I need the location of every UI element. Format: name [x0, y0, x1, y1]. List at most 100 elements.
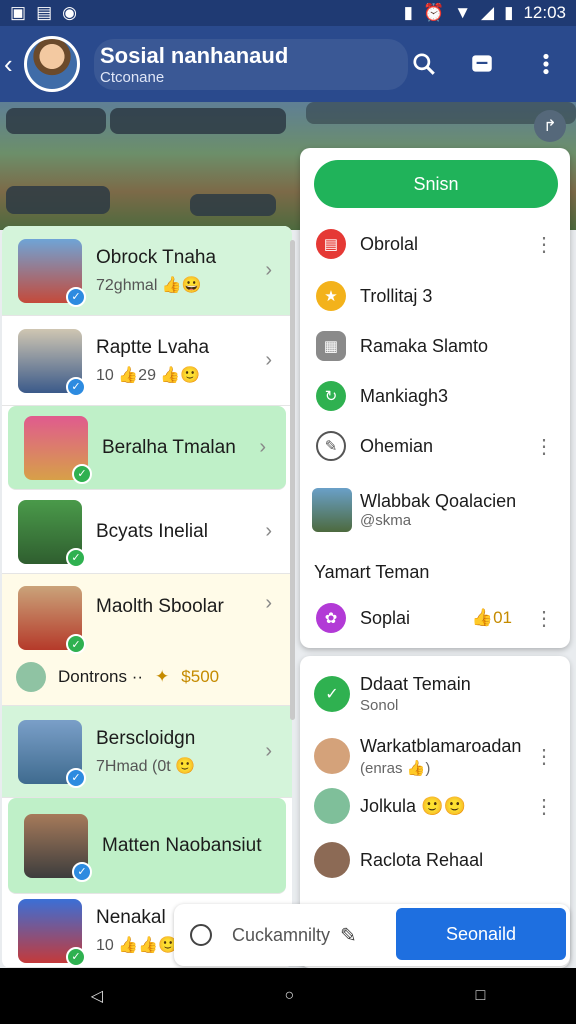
more-icon[interactable]: ⋮ [534, 606, 554, 631]
check-icon: ✓ [72, 463, 92, 484]
share-icon[interactable]: ↱ [534, 110, 566, 142]
contact-name: Obrock Tnaha [96, 246, 217, 268]
more-icon[interactable]: ⋮ [534, 232, 554, 257]
hud-panel [6, 108, 106, 134]
avatar: ✓ [18, 586, 86, 654]
social-icon: ✿ [316, 603, 346, 633]
recents-nav-icon[interactable]: □ [476, 987, 486, 1005]
message-input[interactable]: Cuckamnilty [232, 925, 330, 946]
system-nav-bar: ◁ ○ □ [0, 968, 576, 1024]
list-item[interactable]: ✓ Beralha Tmalan › [8, 406, 286, 490]
more-icon[interactable]: ⋮ [534, 744, 554, 769]
signal-icon: ◉ [62, 3, 77, 22]
check-icon: ✓ [66, 547, 86, 568]
avatar: ✓ [18, 328, 86, 397]
menu-item[interactable]: ↻ Mankiagh3 [300, 372, 570, 420]
verified-icon: ✓ [66, 286, 86, 307]
contact-status: 10 👍👍🙂 [96, 936, 179, 954]
contact-name: Bcyats Inelial [96, 520, 208, 542]
contact-status: 72ghmal 👍😀 [96, 276, 202, 294]
trophy-icon: ★ [316, 281, 346, 311]
chat-icon: ▤ [316, 229, 346, 259]
menu-item-label: Mankiagh3 [360, 385, 449, 406]
grid-icon: ▦ [316, 331, 346, 361]
verified-icon: ✓ [72, 861, 92, 882]
more-icon[interactable]: ⋮ [534, 434, 554, 459]
list-item[interactable]: ✓ Maolth Sboolar › Dontrons ·· ✦ $500 [2, 574, 292, 706]
menu-item[interactable]: ▤ Obrolal ⋮ [300, 220, 570, 268]
contact-name: Nenakal [96, 906, 166, 928]
list-item[interactable]: ✓ Raptte Lvaha 10 👍29 👍🙂 › [2, 316, 292, 406]
search-icon[interactable] [408, 48, 440, 80]
coins-row: Dontrons ·· ✦ $500 [16, 662, 219, 692]
friend-row[interactable]: ✓ Ddaat Temain Sonol [300, 666, 570, 722]
sign-in-button[interactable]: Snisn [314, 160, 558, 208]
page-subtitle: Ctconane [100, 68, 165, 86]
menu-item[interactable]: ✿ Soplai 👍01 ⋮ [300, 594, 570, 642]
battery-icon: ▮ [504, 3, 514, 22]
friend-row[interactable]: Raclota Rehaal [300, 832, 570, 888]
app-bar: ‹ Sosial nanhanaud Ctconane [0, 26, 576, 102]
menu-item[interactable]: ★ Trollitaj 3 [300, 272, 570, 320]
wifi-icon: ▼ [454, 3, 472, 22]
contact-name: Raptte Lvaha [96, 336, 210, 358]
menu-item[interactable]: ✎ Ohemian ⋮ [300, 422, 570, 470]
profile-name: Wlabbak Qoalacien [360, 491, 517, 511]
verified-icon: ✓ [66, 767, 86, 788]
status-bar: ▣ ▤ ◉ ▮ ⏰ ▼ ◢ ▮ 12:03 [0, 0, 576, 26]
avatar: ✓ [24, 813, 92, 882]
chevron-right-icon: › [265, 349, 272, 371]
social-count: 👍01 [471, 608, 512, 627]
friend-name: Raclota Rehaal [360, 849, 484, 870]
menu-panel: Snisn ▤ Obrolal ⋮ ★ Trollitaj 3 ▦ Ramaka… [300, 148, 570, 648]
contact-name: Matten Naobansiut [102, 834, 262, 856]
friend-row[interactable]: Jolkula 🙂🙂 ⋮ [300, 778, 570, 834]
home-nav-icon[interactable]: ○ [284, 987, 294, 1005]
back-nav-icon[interactable]: ◁ [91, 986, 103, 1006]
list-item[interactable]: ✓ Bcyats Inelial › [2, 490, 292, 574]
chevron-right-icon: › [265, 520, 272, 542]
page-title: Sosial nanhanaud [100, 42, 289, 68]
edit-icon: ✎ [316, 431, 346, 461]
profile-row[interactable]: Wlabbak Qoalacien @skma [300, 478, 570, 542]
more-options-icon[interactable] [530, 48, 562, 80]
list-item[interactable]: ✓ Matten Naobansiut [8, 798, 286, 894]
avatar [314, 788, 350, 824]
pencil-icon[interactable]: ✎ [340, 923, 357, 948]
scrollbar[interactable] [290, 240, 295, 720]
friend-row[interactable]: Warkatblamaroadan (enras 👍) ⋮ [300, 726, 570, 786]
list-item[interactable]: ✓ Berscloidgn 7Hmad (0t 🙂 › [2, 706, 292, 798]
friend-status: Sonol [360, 697, 399, 714]
hud-panel [190, 194, 276, 216]
friend-name: Ddaat Temain [360, 674, 471, 694]
list-item[interactable]: ✓ Obrock Tnaha 72ghmal 👍😀 › [2, 226, 292, 316]
back-icon[interactable]: ‹ [4, 49, 22, 80]
send-button[interactable]: Seonaild [396, 908, 566, 960]
avatar: ✓ [18, 719, 86, 788]
game-icon [16, 662, 46, 692]
title-box: Sosial nanhanaud Ctconane [94, 38, 409, 90]
menu-item[interactable]: ▦ Ramaka Slamto [300, 322, 570, 370]
contact-status: 10 👍29 👍🙂 [96, 366, 201, 384]
avatar[interactable] [24, 36, 80, 92]
cell-signal-icon: ◢ [481, 3, 495, 22]
profile-handle: @skma [360, 512, 412, 529]
contact-name: Maolth Sboolar [96, 596, 224, 617]
status-time: 12:03 [523, 3, 566, 22]
friend-name: Jolkula 🙂🙂 [360, 795, 466, 816]
more-icon[interactable]: ⋮ [534, 794, 554, 819]
menu-item-label: Trollitaj 3 [360, 285, 433, 306]
avatar: ✓ [18, 238, 86, 307]
menu-item-label: Ramaka Slamto [360, 335, 489, 356]
refresh-icon: ↻ [316, 381, 346, 411]
coins-value: $500 [181, 667, 220, 686]
avatar: ✓ [18, 898, 86, 967]
message-icon[interactable] [466, 48, 498, 80]
emoji-icon[interactable] [190, 924, 212, 946]
chevron-right-icon: › [265, 592, 272, 614]
avatar [314, 738, 350, 774]
chevron-right-icon: › [259, 436, 266, 458]
contact-name: Berscloidgn [96, 727, 196, 749]
avatar [312, 488, 352, 532]
hud-panel [110, 108, 286, 134]
